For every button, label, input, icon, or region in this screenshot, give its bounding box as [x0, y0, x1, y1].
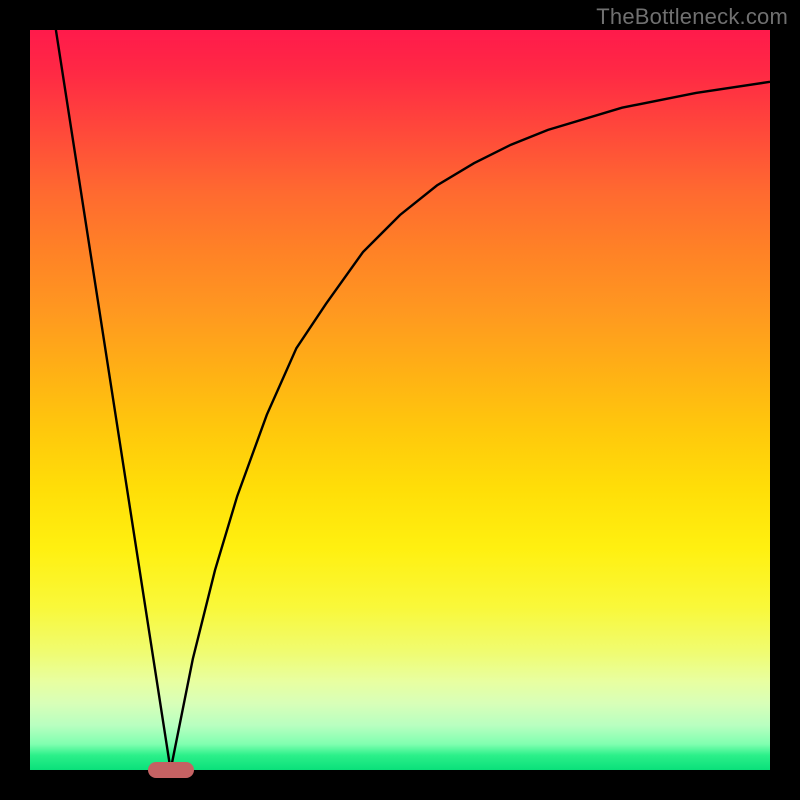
chart-frame: TheBottleneck.com: [0, 0, 800, 800]
curve-layer: [30, 30, 770, 770]
optimum-marker: [148, 762, 194, 778]
bottleneck-curve: [56, 30, 770, 770]
plot-area: [30, 30, 770, 770]
watermark-text: TheBottleneck.com: [596, 4, 788, 30]
